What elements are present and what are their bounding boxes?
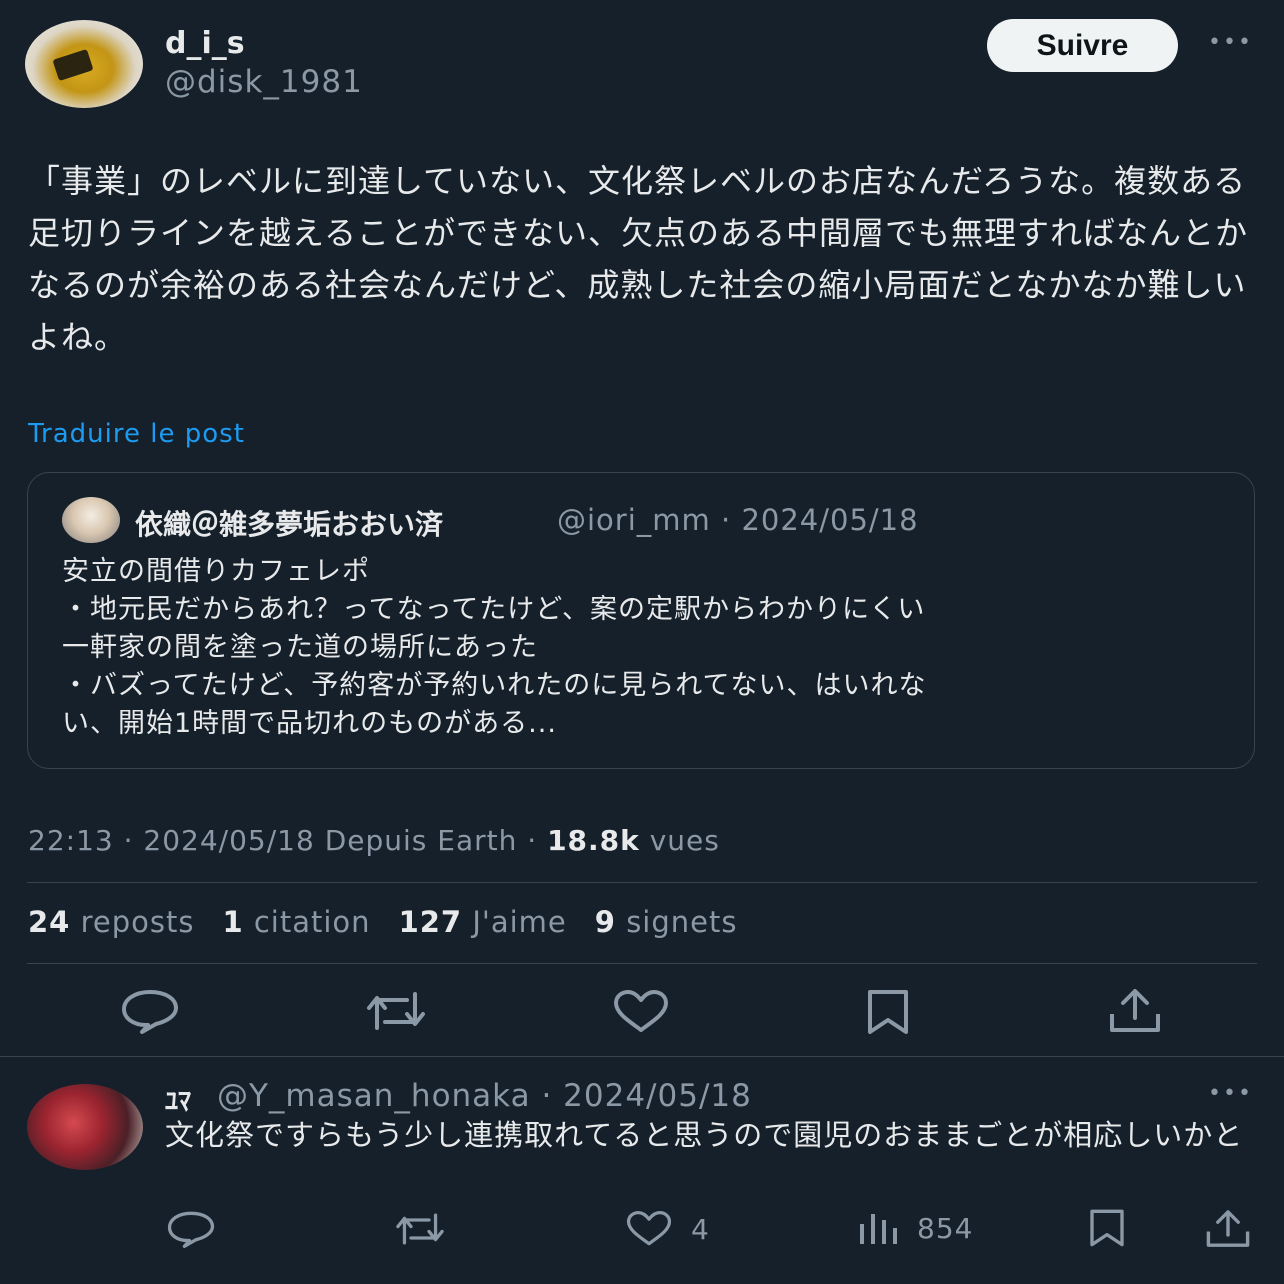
quoted-line: 安立の間借りカフェレポ [62, 556, 370, 587]
like-icon[interactable] [612, 990, 670, 1034]
reply-text: 文化祭ですらもう少し連携取れてると思うので園児のおままごとが相応しいかと [165, 1118, 1244, 1152]
quoted-author-name: 依織＠雑多夢垢おおい済 [135, 508, 444, 541]
bookmark-icon[interactable] [1087, 1208, 1127, 1248]
post-time: 22:13 [28, 824, 114, 857]
divider [0, 1056, 1284, 1057]
author-display-name[interactable]: d_i_s [165, 26, 245, 61]
post-text: 「事業」のレベルに到達していない、文化祭レベルのお店なんだろうな。複数ある足切り… [28, 162, 1249, 356]
like-icon [626, 1211, 672, 1246]
quoted-author-avatar [62, 497, 120, 543]
reply-author-meta: @Y_masan_honaka · 2024/05/18 [217, 1078, 752, 1114]
translate-post-link[interactable]: Traduire le post [28, 419, 245, 449]
reply-author-name[interactable]: ﾕﾏ [165, 1081, 191, 1118]
post-views-label: vues [649, 824, 720, 857]
stat-likes[interactable]: 127 J'aime [399, 905, 567, 939]
quoted-line: ・バズってたけど、予約客が予約いれたのに見られてない、はいれな [62, 670, 927, 701]
more-options-icon[interactable]: ••• [1208, 1083, 1253, 1105]
reply-icon[interactable] [166, 1210, 216, 1248]
reply-like-count: 4 [691, 1212, 710, 1246]
repost-icon[interactable] [393, 1211, 447, 1247]
author-avatar[interactable] [25, 20, 143, 108]
reply-views-count: 854 [917, 1211, 974, 1245]
stat-citations[interactable]: 1 citation [222, 905, 370, 939]
post-views-count: 18.8k [547, 824, 640, 857]
stat-reposts[interactable]: 24 reposts [28, 905, 194, 939]
stat-bookmarks[interactable]: 9 signets [595, 905, 738, 939]
share-icon[interactable] [1205, 1209, 1251, 1249]
reply-icon[interactable] [120, 988, 180, 1034]
quoted-author-handle: @iori_mm [557, 503, 711, 537]
post-source: Depuis Earth [324, 824, 518, 857]
post-date: 2024/05/18 [143, 824, 315, 857]
quoted-post-date: 2024/05/18 [741, 503, 919, 537]
quoted-line: 一軒家の間を塗った道の場所にあった [62, 632, 538, 663]
quoted-post-text: 安立の間借りカフェレポ ・地元民だからあれ？ってなってたけど、案の定駅からわかり… [62, 553, 1232, 743]
follow-button[interactable]: Suivre [987, 19, 1178, 72]
quoted-line: い、開始1時間で品切れのものがある... [62, 708, 557, 739]
views-icon [860, 1214, 897, 1244]
author-handle[interactable]: @disk_1981 [165, 64, 363, 100]
post-timestamp: 22:13 · 2024/05/18 Depuis Earth · 18.8k … [28, 824, 720, 857]
engagement-stats: 24 reposts 1 citation 127 J'aime 9 signe… [28, 905, 765, 939]
reply-author-avatar[interactable] [27, 1084, 143, 1170]
share-icon[interactable] [1108, 988, 1162, 1034]
reply-date: 2024/05/18 [563, 1078, 752, 1114]
divider [27, 963, 1257, 964]
reply-like-button[interactable]: 4 [625, 1211, 710, 1247]
bookmark-icon[interactable] [864, 988, 912, 1036]
quoted-line: ・地元民だからあれ？ってなってたけど、案の定駅からわかりにくい [62, 594, 926, 625]
reply-views-button[interactable]: 854 [857, 1210, 973, 1246]
quoted-author-meta: @iori_mm · 2024/05/18 [557, 503, 919, 537]
more-options-icon[interactable]: ••• [1208, 32, 1253, 54]
divider [27, 882, 1257, 883]
reply-author-handle[interactable]: @Y_masan_honaka [217, 1078, 531, 1114]
repost-icon[interactable] [363, 990, 429, 1032]
